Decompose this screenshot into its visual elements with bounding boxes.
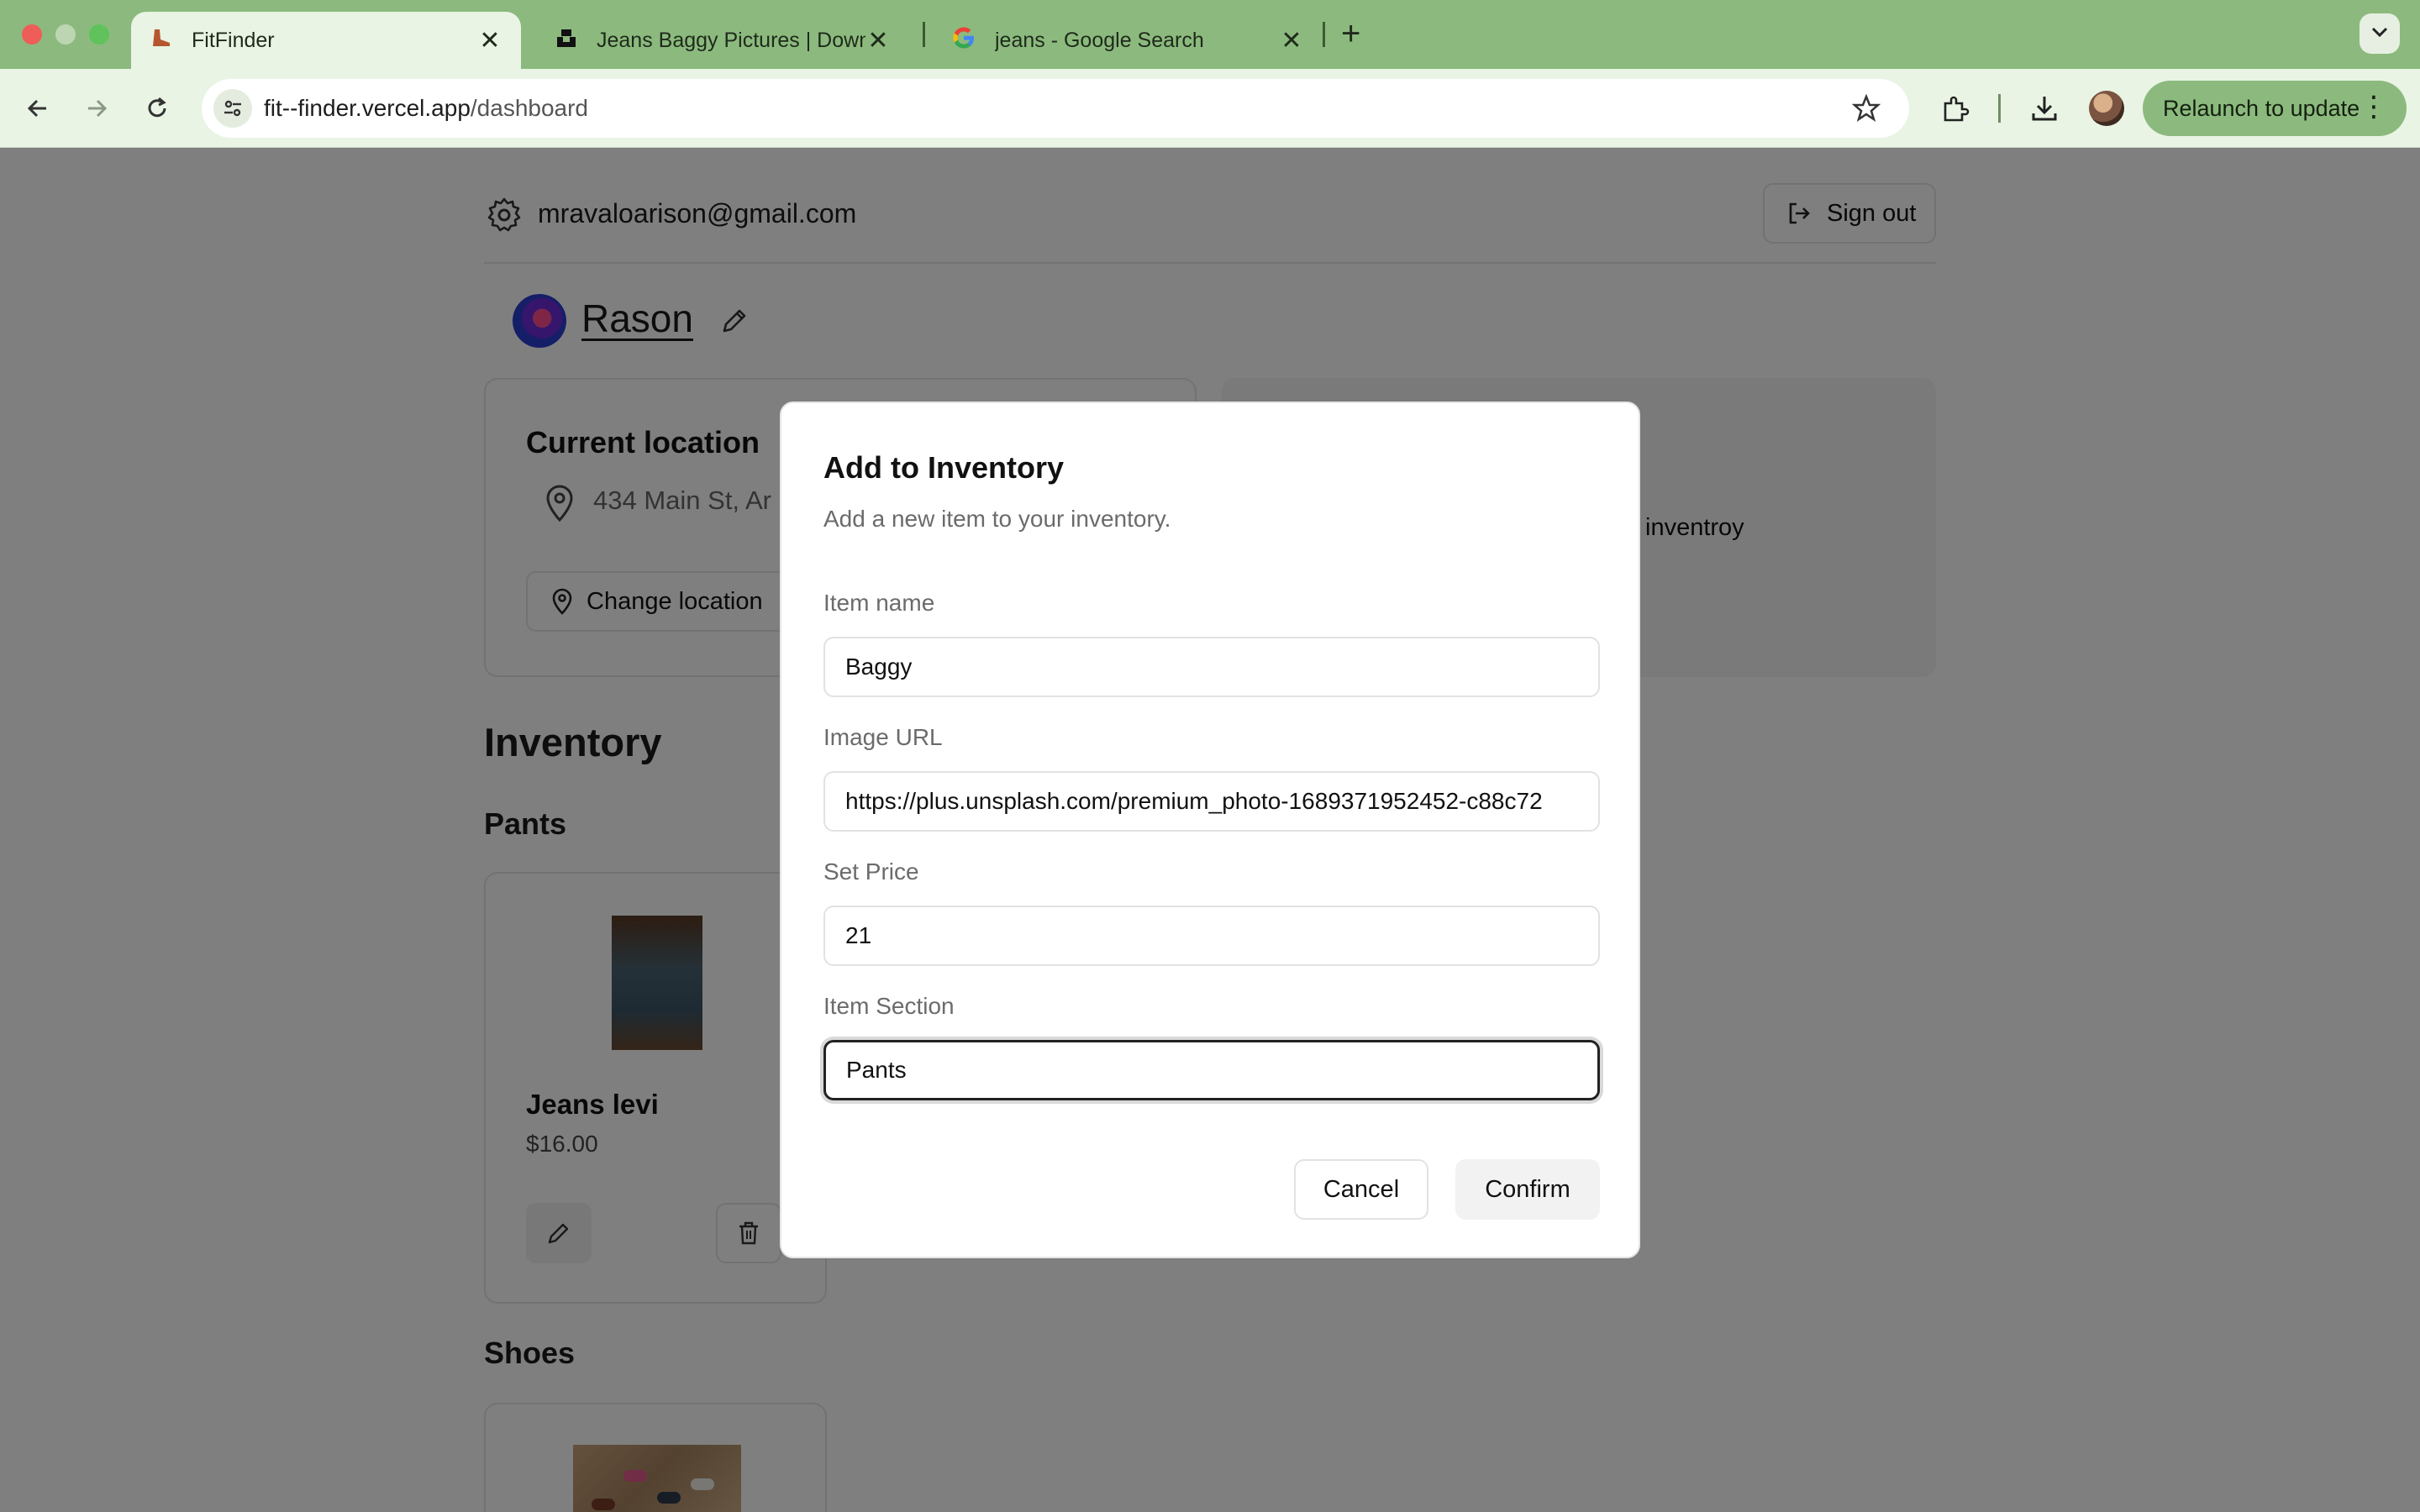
window-close-button[interactable] bbox=[22, 24, 42, 45]
set-price-label: Set Price bbox=[823, 858, 919, 885]
item-section-input[interactable] bbox=[823, 1040, 1600, 1100]
set-price-input[interactable] bbox=[823, 906, 1600, 966]
window-zoom-button[interactable] bbox=[89, 24, 109, 45]
image-url-label: Image URL bbox=[823, 724, 943, 750]
close-icon[interactable]: ✕ bbox=[865, 26, 891, 55]
tab-separator bbox=[1323, 22, 1325, 47]
toolbar-divider bbox=[1998, 94, 2001, 123]
cancel-button[interactable]: Cancel bbox=[1294, 1159, 1428, 1220]
tab-separator bbox=[923, 22, 925, 47]
url-text[interactable]: fit--finder.vercel.app/dashboard bbox=[264, 95, 588, 122]
unsplash-favicon-icon bbox=[555, 26, 578, 55]
site-info-button[interactable] bbox=[213, 89, 252, 128]
tune-icon bbox=[224, 100, 241, 117]
close-icon[interactable]: ✕ bbox=[1279, 26, 1304, 55]
dialog-title: Add to Inventory bbox=[823, 450, 1064, 485]
confirm-button[interactable]: Confirm bbox=[1455, 1159, 1600, 1220]
boot-favicon-icon bbox=[150, 26, 173, 55]
google-favicon-icon bbox=[951, 25, 976, 56]
chevron-down-icon bbox=[2370, 26, 2389, 42]
forward-arrow-icon bbox=[88, 99, 108, 118]
image-url-input[interactable] bbox=[823, 771, 1600, 832]
item-name-input[interactable] bbox=[823, 637, 1600, 697]
url-path: /dashboard bbox=[470, 95, 588, 121]
add-to-inventory-dialog: Add to Inventory Add a new item to your … bbox=[780, 402, 1640, 1258]
reload-icon bbox=[148, 97, 166, 118]
bookmark-star-icon[interactable] bbox=[1851, 93, 1881, 127]
extensions-icon[interactable] bbox=[1936, 89, 1975, 128]
tab-unsplash[interactable]: Jeans Baggy Pictures | Downl ✕ bbox=[538, 12, 908, 69]
window-minimize-button[interactable] bbox=[55, 24, 76, 45]
tab-search-button[interactable] bbox=[2360, 13, 2400, 54]
tab-title: Jeans Baggy Pictures | Downl bbox=[597, 28, 865, 52]
address-bar[interactable]: fit--finder.vercel.app/dashboard bbox=[202, 79, 1909, 138]
tab-google[interactable]: jeans - Google Search ✕ bbox=[934, 12, 1321, 69]
back-button[interactable] bbox=[18, 89, 57, 128]
tab-fitfinder[interactable]: FitFinder ✕ bbox=[131, 12, 521, 69]
profile-avatar[interactable] bbox=[2089, 91, 2124, 126]
relaunch-to-update-button[interactable]: Relaunch to update ⋮ bbox=[2143, 81, 2407, 136]
menu-dots-icon[interactable]: ⋮ bbox=[2360, 92, 2388, 121]
browser-toolbar: fit--finder.vercel.app/dashboard Relaunc… bbox=[0, 69, 2420, 148]
tab-title: jeans - Google Search bbox=[995, 28, 1204, 52]
close-icon[interactable]: ✕ bbox=[477, 26, 502, 55]
new-tab-button[interactable]: + bbox=[1341, 15, 1360, 53]
back-arrow-icon bbox=[27, 99, 46, 118]
tab-strip: FitFinder ✕ Jeans Baggy Pictures | Downl… bbox=[0, 0, 2420, 69]
item-section-label: Item Section bbox=[823, 993, 955, 1019]
dialog-description: Add a new item to your inventory. bbox=[823, 506, 1171, 532]
url-host: fit--finder.vercel.app bbox=[264, 95, 471, 121]
download-icon[interactable] bbox=[2025, 89, 2064, 128]
tab-title: FitFinder bbox=[192, 28, 275, 52]
reload-button[interactable] bbox=[138, 89, 176, 128]
item-name-label: Item name bbox=[823, 590, 935, 616]
page-content: mravaloarison@gmail.com Sign out Rason C… bbox=[0, 148, 2420, 1512]
relaunch-label: Relaunch to update bbox=[2163, 95, 2360, 121]
forward-button[interactable] bbox=[77, 89, 116, 128]
